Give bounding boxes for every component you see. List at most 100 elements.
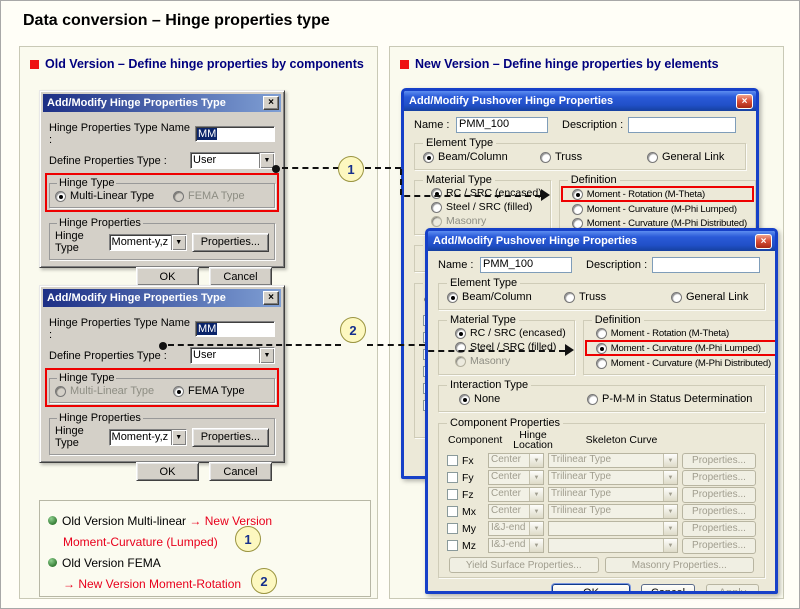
radio-moment-curvature-distributed[interactable]: Moment - Curvature (M-Phi Distributed) [572, 218, 747, 229]
properties-button[interactable]: Properties... [192, 233, 269, 252]
component-row: MyI&J-end▼▼Properties... [447, 521, 756, 536]
radio-general-link[interactable]: General Link [647, 151, 724, 163]
hinge-name-label: Hinge Properties Type Name : [49, 317, 195, 341]
checkbox-fy[interactable] [447, 472, 458, 483]
radio-rc-src-encased[interactable]: RC / SRC (encased) [455, 327, 566, 339]
close-icon[interactable]: × [263, 291, 279, 305]
checkbox-mz[interactable] [447, 540, 458, 551]
hinge-type-value: Moment-y,z [110, 235, 171, 250]
row-properties-button: Properties... [682, 504, 756, 520]
green-bullet-icon [48, 516, 57, 525]
radio-dot-icon [55, 191, 66, 202]
radio-dot-icon [596, 328, 607, 339]
cancel-button[interactable]: Cancel [209, 462, 272, 481]
green-bullet-icon [48, 558, 57, 567]
notes-box: Old Version Multi-linear → New Version M… [39, 500, 371, 597]
radio-dot-icon [423, 152, 434, 163]
hinge-type-highlight-box: Hinge Type Multi-Linear Type FEMA Type [45, 368, 279, 407]
close-icon[interactable]: × [755, 234, 772, 249]
hinge-type-group-label: Hinge Type [57, 372, 116, 384]
checkbox-my[interactable] [447, 523, 458, 534]
description-label: Description : [562, 119, 628, 131]
chevron-down-icon[interactable]: ▼ [171, 235, 186, 250]
radio-moment-curvature-distributed[interactable]: Moment - Curvature (M-Phi Distributed) [596, 358, 771, 369]
close-icon[interactable]: × [736, 94, 753, 109]
properties-button[interactable]: Properties... [192, 428, 269, 447]
connector1-arrowhead-icon [541, 189, 556, 201]
define-type-value: User [191, 153, 259, 168]
location-select: I&J-end▼ [488, 538, 544, 553]
description-input[interactable] [652, 257, 760, 273]
radio-moment-rotation[interactable]: Moment - Rotation (M-Theta) [572, 189, 705, 200]
chevron-down-icon: ▼ [529, 505, 543, 518]
radio-steel-src-filled[interactable]: Steel / SRC (filled) [431, 201, 532, 213]
radio-dot-icon [564, 292, 575, 303]
old-version-header-label: Old Version – Define hinge properties by… [45, 57, 364, 71]
curve-select: ▼ [548, 538, 678, 553]
radio-moment-rotation[interactable]: Moment - Rotation (M-Theta) [596, 328, 729, 339]
radio-beam-column[interactable]: Beam/Column [423, 151, 540, 163]
note2-text: Old Version FEMA [62, 556, 161, 570]
radio-dot-icon [455, 356, 466, 367]
chevron-down-icon[interactable]: ▼ [171, 430, 186, 445]
chevron-down-icon: ▼ [663, 539, 677, 552]
radio-fema[interactable]: FEMA Type [173, 385, 245, 397]
definition-highlight-box: Moment - Curvature (M-Phi Lumped) [585, 340, 778, 356]
radio-multi-linear[interactable]: Multi-Linear Type [55, 190, 173, 202]
name-input[interactable]: PMM_100 [456, 117, 548, 133]
radio-truss[interactable]: Truss [564, 291, 671, 303]
hinge-name-input[interactable]: MM [195, 321, 275, 337]
curve-select: Trilinear Type▼ [548, 470, 678, 485]
definition-group: Definition Moment - Rotation (M-Theta) M… [583, 314, 778, 375]
connector1-dot-icon [272, 165, 280, 173]
hinge-type-select[interactable]: Moment-y,z ▼ [109, 429, 187, 446]
hinge-type-select[interactable]: Moment-y,z ▼ [109, 234, 187, 251]
chevron-down-icon: ▼ [529, 454, 543, 467]
ok-button[interactable]: OK [136, 267, 199, 286]
material-type-group: Material Type RC / SRC (encased) Steel /… [438, 314, 575, 375]
description-input[interactable] [628, 117, 736, 133]
radio-dot-icon [671, 292, 682, 303]
chevron-down-icon: ▼ [663, 505, 677, 518]
checkbox-fz[interactable] [447, 489, 458, 500]
radio-truss[interactable]: Truss [540, 151, 647, 163]
radio-rc-src-encased[interactable]: RC / SRC (encased) [431, 187, 542, 199]
close-icon[interactable]: × [263, 96, 279, 110]
radio-none[interactable]: None [459, 393, 587, 405]
red-square-icon [30, 60, 39, 69]
ok-button[interactable]: OK [552, 584, 630, 594]
name-input[interactable]: PMM_100 [480, 257, 572, 273]
row-properties-button: Properties... [682, 521, 756, 537]
radio-pmm[interactable]: P-M-M in Status Determination [587, 393, 752, 405]
hinge-properties-group-label: Hinge Properties [57, 412, 143, 424]
checkbox-fx[interactable] [447, 455, 458, 466]
radio-dot-icon [173, 191, 184, 202]
chevron-down-icon: ▼ [663, 488, 677, 501]
define-type-select[interactable]: User ▼ [190, 347, 275, 364]
component-properties-group: Component Properties Component Hinge Loc… [438, 417, 765, 578]
hinge-type-value: Moment-y,z [110, 430, 171, 445]
page-title: Data conversion – Hinge properties type [23, 12, 330, 30]
define-type-select[interactable]: User ▼ [190, 152, 275, 169]
checkbox-mx[interactable] [447, 506, 458, 517]
location-select: Center▼ [488, 487, 544, 502]
radio-general-link[interactable]: General Link [671, 291, 748, 303]
radio-moment-curvature-lumped[interactable]: Moment - Curvature (M-Phi Lumped) [596, 343, 761, 354]
radio-beam-column[interactable]: Beam/Column [447, 291, 564, 303]
new-version-header-label: New Version – Define hinge properties by… [415, 57, 719, 71]
old-hinge-dialog-2: Add/Modify Hinge Properties Type × Hinge… [39, 285, 285, 463]
note1-red-text: → New Version [189, 514, 272, 528]
radio-moment-curvature-lumped[interactable]: Moment - Curvature (M-Phi Lumped) [572, 204, 737, 215]
hinge-properties-group-label: Hinge Properties [57, 217, 143, 229]
cancel-button[interactable]: Cancel [641, 584, 695, 594]
hinge-type-highlight-box: Hinge Type Multi-Linear Type FEMA Type [45, 173, 279, 212]
pushover-dialog-2: Add/Modify Pushover Hinge Properties × N… [425, 228, 778, 594]
cancel-button[interactable]: Cancel [209, 267, 272, 286]
radio-dot-icon [572, 204, 583, 215]
connector2-badge: 2 [340, 317, 366, 343]
hinge-name-input[interactable]: MM [195, 126, 275, 142]
chevron-down-icon[interactable]: ▼ [259, 348, 274, 363]
ok-button[interactable]: OK [136, 462, 199, 481]
row-properties-button: Properties... [682, 538, 756, 554]
radio-dot-icon [431, 216, 442, 227]
